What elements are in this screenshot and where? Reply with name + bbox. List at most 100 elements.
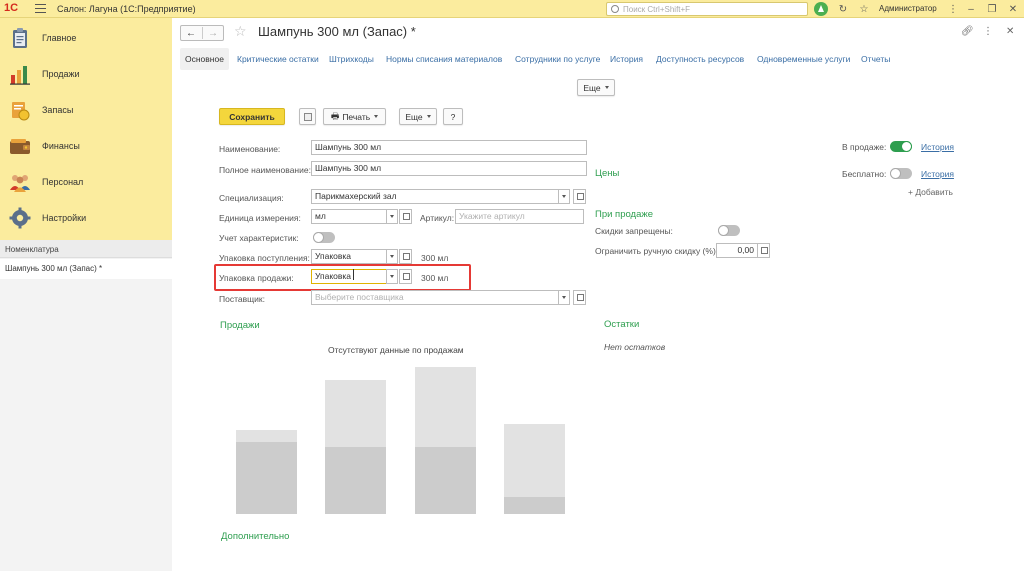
- sidebar-item-sales[interactable]: Продажи: [0, 56, 172, 92]
- specialization-open-button[interactable]: [573, 189, 586, 204]
- placeholder-bar-fill: [325, 447, 386, 514]
- characteristics-toggle[interactable]: [313, 232, 335, 243]
- restore-icon[interactable]: ❐: [985, 2, 999, 16]
- specialization-field[interactable]: Парикмахерский зал: [311, 189, 559, 204]
- notifications-icon[interactable]: [814, 2, 828, 16]
- sidebar-item-label: Персонал: [42, 177, 84, 187]
- chevron-down-icon: [426, 115, 431, 118]
- tab-service-staff[interactable]: Сотрудники по услуге: [510, 48, 605, 70]
- menu-icon[interactable]: [35, 4, 46, 13]
- window-more-icon[interactable]: ⋮: [983, 26, 993, 37]
- print-button[interactable]: 🖶︎ Печать: [323, 108, 386, 125]
- sidebar-item-settings[interactable]: Настройки: [0, 200, 172, 236]
- open-window-item[interactable]: Шампунь 300 мл (Запас) *: [0, 259, 172, 279]
- name-label: Наименование:: [219, 144, 281, 154]
- sidebar-item-label: Запасы: [42, 105, 74, 115]
- section-title[interactable]: Номенклатура: [5, 245, 59, 254]
- printer-icon: 🖶︎: [330, 110, 340, 121]
- minimize-icon[interactable]: –: [964, 2, 978, 16]
- coins-icon: [12, 102, 30, 121]
- characteristics-label: Учет характеристик:: [219, 233, 299, 243]
- pack-out-open-button[interactable]: [399, 269, 412, 284]
- additional-section-title[interactable]: Дополнительно: [221, 531, 289, 542]
- text-cursor-icon: [353, 269, 354, 280]
- unit-dropdown[interactable]: [386, 209, 398, 224]
- favorite-star-icon[interactable]: ☆: [234, 23, 247, 40]
- more-top-button[interactable]: Еще: [577, 79, 615, 96]
- link-icon[interactable]: 🔗︎: [961, 26, 974, 37]
- stock-empty-text: Нет остатков: [604, 342, 666, 352]
- pack-in-size: 300 мл: [421, 253, 449, 263]
- write-button[interactable]: [299, 108, 316, 125]
- specialization-dropdown[interactable]: [558, 189, 570, 204]
- document-icon: [303, 112, 312, 121]
- search-placeholder: Поиск Ctrl+Shift+F: [623, 5, 691, 14]
- wallet-icon: [10, 139, 30, 154]
- supplier-field[interactable]: Выберите поставщика: [311, 290, 559, 305]
- supplier-open-button[interactable]: [573, 290, 586, 305]
- window-close-icon[interactable]: ✕: [1006, 26, 1014, 37]
- star-icon[interactable]: ☆: [857, 2, 871, 16]
- close-icon[interactable]: ✕: [1006, 2, 1020, 16]
- pack-out-size: 300 мл: [421, 273, 449, 283]
- free-toggle[interactable]: [890, 168, 912, 179]
- placeholder-bar-fill: [415, 447, 476, 514]
- window-title: Шампунь 300 мл (Запас) *: [258, 24, 416, 39]
- add-price-link[interactable]: + Добавить: [908, 187, 953, 197]
- forward-icon[interactable]: →: [203, 28, 223, 40]
- tab-critical-stock[interactable]: Критические остатки: [232, 48, 324, 70]
- discounts-toggle[interactable]: [718, 225, 740, 236]
- clipboard-icon: [13, 28, 27, 48]
- pack-out-field[interactable]: Упаковка: [311, 269, 387, 284]
- sidebar-item-label: Продажи: [42, 69, 80, 79]
- pack-in-open-button[interactable]: [399, 249, 412, 264]
- pack-out-dropdown[interactable]: [386, 269, 398, 284]
- more-button[interactable]: Еще: [399, 108, 437, 125]
- tab-main[interactable]: Основное: [180, 48, 229, 70]
- pack-in-label: Упаковка поступления:: [219, 253, 310, 263]
- on-sale-history-link[interactable]: История: [921, 142, 954, 152]
- article-field[interactable]: Укажите артикул: [455, 209, 584, 224]
- sidebar-item-staff[interactable]: Персонал: [0, 164, 172, 200]
- search-input[interactable]: Поиск Ctrl+Shift+F: [606, 2, 808, 16]
- name-field[interactable]: Шампунь 300 мл: [311, 140, 587, 155]
- open-windows-panel: Номенклатура Шампунь 300 мл (Запас) *: [0, 240, 172, 571]
- sidebar-item-label: Главное: [42, 33, 77, 43]
- tab-write-off-norms[interactable]: Нормы списания материалов: [381, 48, 507, 70]
- sales-section-title: Продажи: [220, 320, 260, 331]
- sidebar-item-stock[interactable]: Запасы: [0, 92, 172, 128]
- more-icon[interactable]: ⋮: [946, 2, 960, 16]
- tab-history[interactable]: История: [605, 48, 648, 70]
- sidebar-item-main[interactable]: Главное: [0, 20, 172, 56]
- placeholder-bar-fill: [236, 442, 297, 514]
- unit-field[interactable]: мл: [311, 209, 387, 224]
- sales-empty-text: Отсутствуют данные по продажам: [328, 345, 464, 355]
- sidebar-nav: Главное Продажи Запасы Финансы Персонал …: [0, 18, 172, 240]
- unit-open-button[interactable]: [399, 209, 412, 224]
- user-name[interactable]: Администратор: [879, 4, 937, 13]
- tab-resource-availability[interactable]: Доступность ресурсов: [651, 48, 749, 70]
- help-button[interactable]: ?: [443, 108, 463, 125]
- history-icon[interactable]: ↻: [836, 2, 850, 16]
- calculator-icon[interactable]: [757, 243, 770, 258]
- pack-out-label: Упаковка продажи:: [219, 273, 294, 283]
- free-label: Бесплатно:: [842, 169, 887, 179]
- search-icon: [611, 5, 619, 13]
- pack-in-field[interactable]: Упаковка: [311, 249, 387, 264]
- on-sale-toggle[interactable]: [890, 141, 912, 152]
- sidebar-item-label: Настройки: [42, 213, 87, 223]
- supplier-dropdown[interactable]: [558, 290, 570, 305]
- tab-barcodes[interactable]: Штрихкоды: [324, 48, 379, 70]
- free-history-link[interactable]: История: [921, 169, 954, 179]
- stock-section-title: Остатки: [604, 319, 640, 330]
- save-button[interactable]: Сохранить: [219, 108, 285, 125]
- pack-in-dropdown[interactable]: [386, 249, 398, 264]
- sidebar-item-finance[interactable]: Финансы: [0, 128, 172, 164]
- manual-discount-label: Ограничить ручную скидку (%):: [595, 246, 719, 256]
- back-icon[interactable]: ←: [181, 28, 201, 40]
- manual-discount-field[interactable]: 0,00: [716, 243, 758, 258]
- tab-reports[interactable]: Отчеты: [856, 48, 895, 70]
- fullname-field[interactable]: Шампунь 300 мл: [311, 161, 587, 176]
- tab-simultaneous-services[interactable]: Одновременные услуги: [752, 48, 855, 70]
- supplier-label: Поставщик:: [219, 294, 265, 304]
